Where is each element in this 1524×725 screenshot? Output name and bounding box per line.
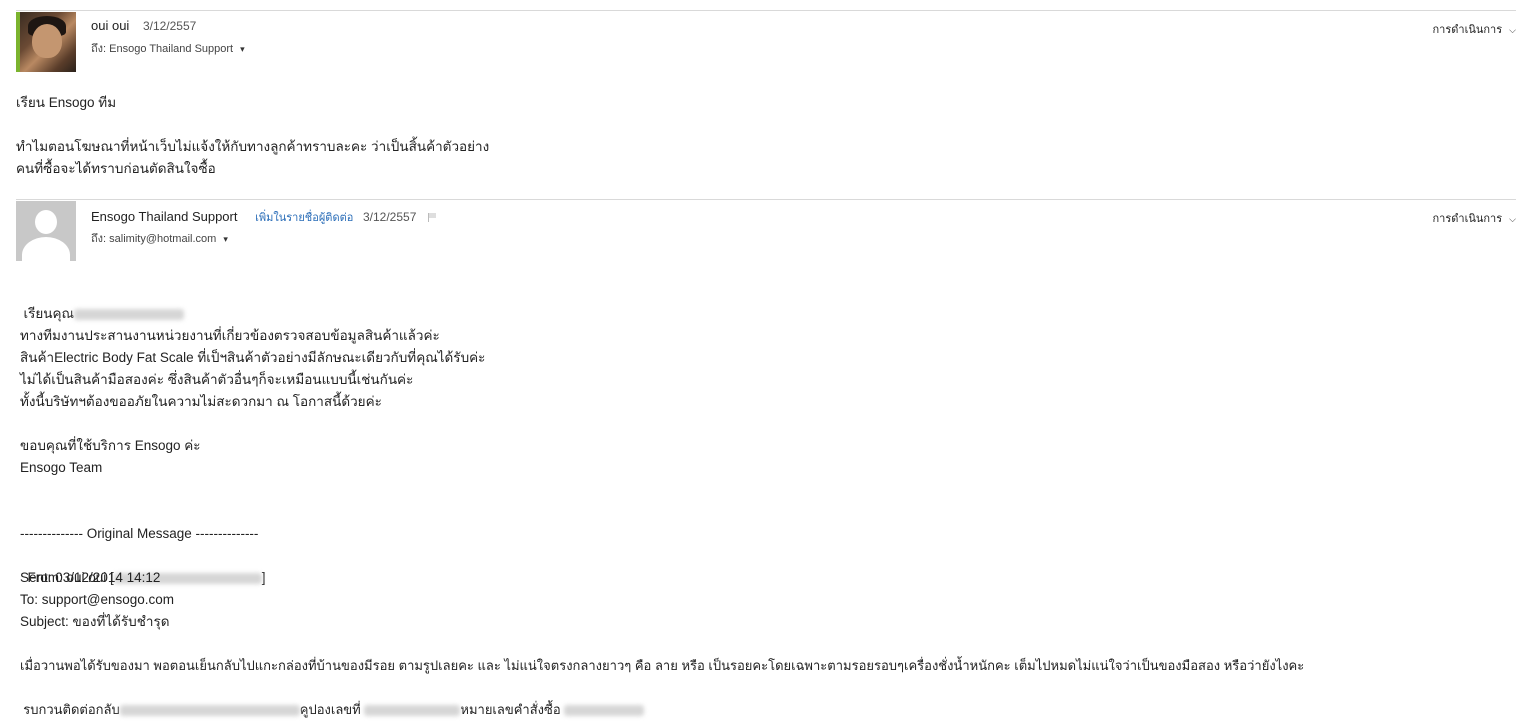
reply-line-4: ทั้งนี้บริษัทฯต้องขออภัยในความไม่สะดวกมา… bbox=[20, 394, 382, 409]
to-label: ถึง: bbox=[91, 43, 107, 55]
actions-menu[interactable]: การดำเนินการ ⌵ bbox=[1433, 209, 1517, 227]
original-body-line-2: รบกวนติดต่อกลับ คูปองเลขที่ หมายเลขคำสั่ง… bbox=[16, 677, 645, 721]
message-1: oui oui 3/12/2557 ถึง: Ensogo Thailand S… bbox=[16, 12, 1516, 82]
coupon-label: คูปองเลขที่ bbox=[299, 702, 361, 717]
redacted-contact bbox=[119, 705, 300, 717]
sender-name[interactable]: oui oui bbox=[91, 18, 129, 33]
original-message-header: -------------- Original Message --------… bbox=[20, 526, 259, 541]
message-separator-top bbox=[16, 10, 1516, 11]
avatar-body-shape bbox=[22, 237, 70, 261]
recipient-email[interactable]: salimity@hotmail.com bbox=[109, 233, 216, 245]
message-2: Ensogo Thailand Support เพิ่มในรายชื่อผู… bbox=[16, 201, 1516, 263]
chevron-down-icon[interactable]: ▾ bbox=[240, 44, 245, 54]
message-2-greeting-row: เรียนคุณ bbox=[16, 281, 185, 325]
message-1-greeting: เรียน Ensogo ทีม bbox=[16, 95, 117, 110]
original-sent: Sent: 03/12/2014 14:12 bbox=[20, 570, 161, 585]
default-avatar-icon[interactable] bbox=[16, 201, 76, 261]
original-from-end: ] bbox=[261, 570, 266, 585]
avatar-face bbox=[32, 24, 62, 58]
reply-line-3: ไม่ได้เป็นสินค้ามือสองค่ะ ซึ่งสินค้าตัวอ… bbox=[20, 372, 414, 387]
chevron-down-icon: ⌵ bbox=[1509, 214, 1516, 224]
sender-avatar[interactable] bbox=[20, 12, 76, 72]
sender-row: oui oui 3/12/2557 bbox=[91, 18, 196, 33]
redacted-coupon bbox=[364, 705, 461, 717]
avatar-head-shape bbox=[35, 210, 57, 234]
greeting: เรียนคุณ bbox=[23, 306, 75, 321]
message-date: 3/12/2557 bbox=[362, 210, 417, 224]
recipient-row: ถึง: salimity@hotmail.com ▾ bbox=[91, 229, 228, 247]
thanks-line: ขอบคุณที่ใช้บริการ Ensogo ค่ะ bbox=[20, 438, 201, 453]
original-to: To: support@ensogo.com bbox=[20, 592, 175, 607]
reply-line-1: ทางทีมงานประสานงานหน่วยงานที่เกี่ยวข้องต… bbox=[20, 328, 440, 343]
message-separator bbox=[16, 199, 1516, 200]
flag-icon[interactable] bbox=[428, 213, 437, 223]
actions-label: การดำเนินการ bbox=[1432, 213, 1503, 225]
reply-line-2: สินค้าElectric Body Fat Scale ที่เป็ฯสิน… bbox=[20, 350, 486, 365]
actions-menu[interactable]: การดำเนินการ ⌵ bbox=[1433, 20, 1517, 38]
chevron-down-icon[interactable]: ▾ bbox=[223, 234, 228, 244]
original-body-line-1: เมื่อวานพอได้รับของมา พอตอนเย็นกลับไปแกะ… bbox=[20, 658, 1305, 673]
original-subject: Subject: ของที่ได้รับชำรุด bbox=[20, 614, 170, 629]
sender-row: Ensogo Thailand Support เพิ่มในรายชื่อผู… bbox=[91, 208, 437, 226]
recipient-row: ถึง: Ensogo Thailand Support ▾ bbox=[91, 39, 245, 57]
message-1-line-1: ทำไมตอนโฆษณาที่หน้าเว็บไม่แจ้งให้กับทางล… bbox=[16, 139, 490, 154]
message-1-line-2: คนที่ซื้อจะได้ทราบก่อนตัดสินใจซื้อ bbox=[16, 161, 216, 176]
chevron-down-icon: ⌵ bbox=[1509, 25, 1516, 35]
redacted-name bbox=[74, 308, 185, 320]
actions-label: การดำเนินการ bbox=[1432, 24, 1503, 36]
message-date: 3/12/2557 bbox=[142, 19, 197, 33]
sender-name[interactable]: Ensogo Thailand Support bbox=[91, 209, 237, 224]
contact-back-text: รบกวนติดต่อกลับ bbox=[23, 702, 120, 717]
recipient-name[interactable]: Ensogo Thailand Support bbox=[109, 43, 233, 55]
order-number-label: หมายเลขคำสั่งซื้อ bbox=[460, 702, 561, 717]
redacted-order-number bbox=[564, 705, 645, 717]
presence-indicator bbox=[16, 12, 20, 72]
to-label: ถึง: bbox=[91, 233, 107, 245]
add-contact-link[interactable]: เพิ่มในรายชื่อผู้ติดต่อ bbox=[255, 212, 353, 224]
team-signature: Ensogo Team bbox=[20, 460, 103, 475]
